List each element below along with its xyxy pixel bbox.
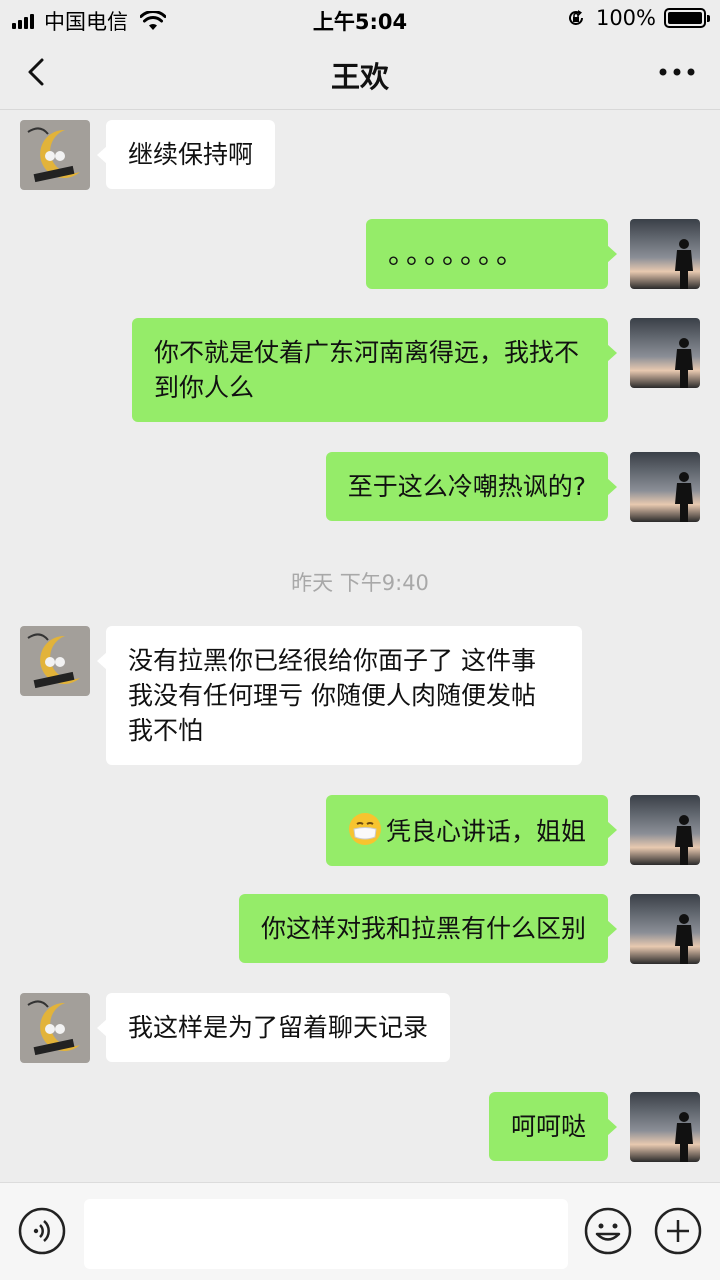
chat-header: 王欢 — [0, 36, 720, 110]
contact-avatar[interactable] — [20, 626, 90, 696]
input-bar — [0, 1182, 720, 1280]
chat-area[interactable]: 继续保持啊 。。。。。。。 你不就是仗着广东河南离得远，我找不到你人么 至于这么… — [0, 111, 720, 1182]
received-bubble[interactable]: 我这样是为了留着聊天记录 — [96, 993, 451, 1062]
contact-avatar[interactable] — [20, 993, 90, 1063]
my-avatar[interactable] — [630, 795, 700, 865]
my-avatar[interactable] — [630, 318, 700, 388]
sent-bubble[interactable]: 呵呵哒 — [488, 1092, 618, 1161]
battery-percent: 100% — [595, 6, 656, 30]
received-bubble[interactable]: 继续保持啊 — [96, 120, 276, 189]
battery-icon — [664, 8, 710, 28]
status-bar: 中国电信 上午5:04 100% — [0, 0, 720, 36]
orientation-lock-icon — [569, 10, 583, 25]
sent-bubble[interactable]: 凭良心讲话，姐姐 — [325, 795, 618, 866]
sent-bubble[interactable]: 你不就是仗着广东河南离得远，我找不到你人么 — [132, 318, 617, 422]
chat-title: 王欢 — [330, 60, 389, 94]
my-avatar[interactable] — [630, 1092, 700, 1162]
message-input[interactable] — [84, 1199, 568, 1269]
contact-avatar[interactable] — [20, 120, 90, 190]
sent-text: 凭良心讲话，姐姐 — [385, 817, 586, 846]
mask-face-emoji — [348, 813, 381, 845]
time-divider: 昨天 下午9:40 — [291, 571, 429, 595]
sent-text: 。。。。。。。 — [388, 237, 529, 270]
voice-icon[interactable] — [18, 1207, 66, 1255]
my-avatar[interactable] — [630, 452, 700, 522]
my-avatar[interactable] — [630, 894, 700, 964]
status-right: 100% — [566, 6, 710, 30]
received-bubble[interactable]: 没有拉黑你已经很给你面子了 这件事我没有任何理亏 你随便人肉随便发帖 我不怕 — [97, 626, 582, 765]
sent-bubble[interactable]: 。。。。。。。 — [366, 219, 617, 289]
my-avatar[interactable] — [630, 219, 700, 289]
plus-icon[interactable] — [654, 1207, 702, 1255]
more-dots-icon[interactable] — [656, 60, 698, 84]
sent-bubble[interactable]: 你这样对我和拉黑有什么区别 — [238, 894, 618, 963]
emoji-icon[interactable] — [584, 1207, 632, 1255]
sent-bubble[interactable]: 至于这么冷嘲热讽的? — [325, 452, 618, 521]
